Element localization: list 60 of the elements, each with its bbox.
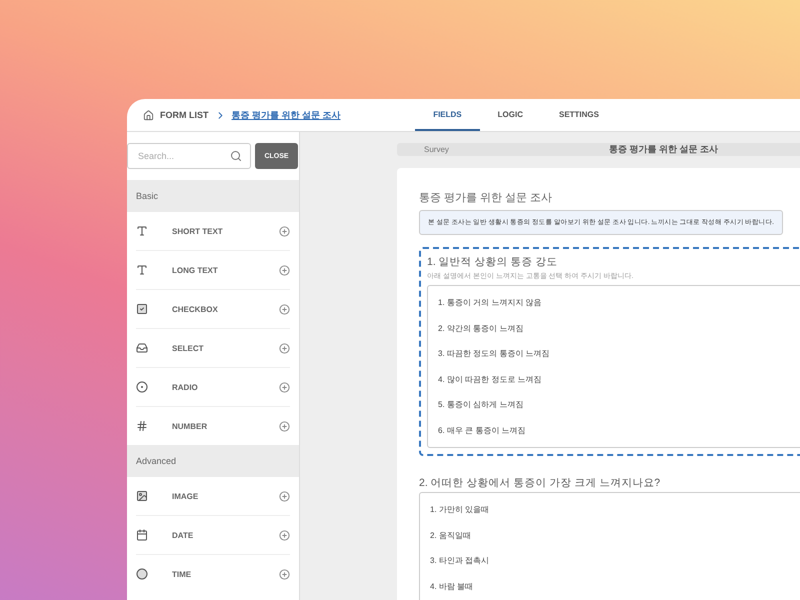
tab[interactable]: LOGIC — [480, 99, 541, 131]
image-icon — [136, 490, 148, 502]
add-icon[interactable] — [279, 530, 290, 540]
survey-title: 통증 평가를 위한 설문 조사 — [609, 143, 718, 156]
breadcrumb-link[interactable]: 통증 평가를 위한 설문 조사 — [232, 108, 341, 122]
field-type-label: DATE — [172, 530, 194, 540]
add-icon[interactable] — [279, 226, 290, 236]
survey-label: Survey — [424, 145, 450, 154]
option-text: 1. 가만히 있을때 — [430, 504, 490, 516]
field-type-item[interactable]: SHORT TEXT — [136, 212, 290, 251]
field-type-label: LONG TEXT — [172, 266, 219, 274]
text-size-icon — [136, 225, 148, 237]
add-icon[interactable] — [279, 342, 290, 354]
field-type-item[interactable]: TIME — [136, 555, 290, 593]
option-text: 2. 약간의 통증이 느껴짐 — [438, 322, 524, 335]
option-text: 4. 바람 불때 — [430, 580, 474, 593]
add-icon[interactable] — [279, 382, 290, 392]
tray-icon — [136, 342, 148, 354]
field-type-item[interactable]: DATE — [136, 516, 290, 555]
option-text: 4. 많이 따끔한 정도로 느껴짐 — [438, 374, 543, 386]
question-title: 1. 일반적 상황의 통증 강도 — [427, 255, 558, 269]
field-type-label: TIME — [172, 570, 192, 578]
option-text: 3. 따끔한 정도의 통증이 느껴짐 — [438, 348, 551, 360]
section-header: Basic — [127, 180, 299, 212]
option-text: 5. 통증이 심하게 느껴짐 — [438, 399, 524, 412]
field-type-label: CHECKBOX — [172, 304, 219, 314]
option-text: 1. 통증이 거의 느껴지지 않음 — [438, 297, 543, 310]
calendar-icon — [136, 529, 148, 541]
field-type-label: RADIO — [172, 382, 199, 392]
add-icon[interactable] — [279, 304, 290, 314]
add-icon[interactable] — [279, 264, 290, 276]
section-header: Advanced — [127, 445, 299, 477]
option-text: 2. 움직일때 — [430, 530, 472, 542]
question-block[interactable]: 2. 어떠한 상황에서 통증이 가장 크게 느껴지나요? 1. 가만히 있을때 2. 움직일때 3. 타인과 접촉시 4. 바람 불때 — [411, 468, 800, 600]
option-text: 3. 타인과 접촉시 — [430, 555, 490, 568]
radio-icon — [136, 381, 148, 393]
search-field[interactable]: Search... — [127, 143, 251, 169]
home-icon[interactable] — [143, 110, 154, 120]
field-type-label: SELECT — [172, 344, 205, 352]
field-type-label: NUMBER — [172, 422, 208, 430]
search-icon[interactable] — [230, 150, 242, 162]
option-text: 6. 매우 큰 통증이 느껴짐 — [438, 424, 527, 437]
add-icon[interactable] — [279, 490, 290, 502]
field-type-item[interactable]: RADIO — [136, 368, 290, 407]
add-icon[interactable] — [279, 420, 290, 432]
form-title: 통증 평가를 위한 설문 조사 — [419, 191, 554, 205]
field-type-item[interactable]: SELECT — [136, 329, 290, 368]
breadcrumb-root[interactable]: FORM LIST — [160, 110, 208, 120]
question-title: 2. 어떠한 상황에서 통증이 가장 크게 느껴지나요? — [419, 476, 662, 490]
field-type-item[interactable]: IMAGE — [136, 477, 290, 516]
field-type-label: IMAGE — [172, 492, 200, 500]
field-type-item[interactable]: LONG TEXT — [136, 251, 290, 290]
field-type-label: SHORT TEXT — [172, 226, 224, 236]
hash-icon — [136, 420, 148, 432]
field-type-item[interactable]: NUMBER — [136, 407, 290, 445]
add-icon[interactable] — [279, 568, 290, 580]
field-type-item[interactable]: CHECKBOX — [136, 290, 290, 329]
tab[interactable]: SETTINGS — [540, 99, 617, 131]
checkbox-icon — [136, 303, 148, 315]
text-size-icon — [136, 264, 148, 276]
